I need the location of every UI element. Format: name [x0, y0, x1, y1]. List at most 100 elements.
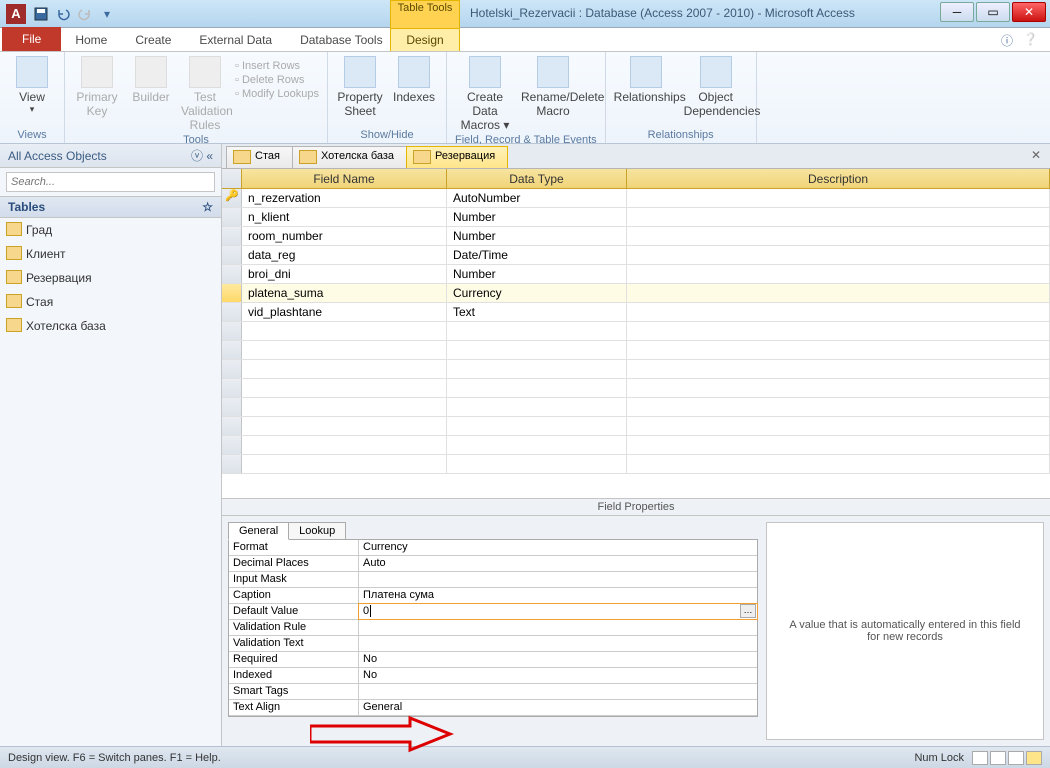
object-dependencies-button[interactable]: Object Dependencies	[684, 56, 748, 118]
cell-data-type[interactable]: AutoNumber	[447, 189, 627, 207]
table-row[interactable]: room_number Number	[222, 227, 1050, 246]
property-row[interactable]: Format Currency	[229, 540, 757, 556]
cell-data-type[interactable]: Currency	[447, 284, 627, 302]
tab-general[interactable]: General	[228, 522, 289, 540]
property-sheet-button[interactable]: Property Sheet	[336, 56, 384, 118]
cell-data-type[interactable]: Number	[447, 208, 627, 226]
table-row[interactable]	[222, 322, 1050, 341]
table-row[interactable]	[222, 417, 1050, 436]
test-validation-button[interactable]: Test Validation Rules	[181, 56, 229, 132]
property-row[interactable]: Smart Tags	[229, 684, 757, 700]
nav-item[interactable]: Стая	[0, 290, 221, 314]
view-pivotchart-icon[interactable]	[1008, 751, 1024, 765]
nav-item[interactable]: Хотелска база	[0, 314, 221, 338]
table-row[interactable]	[222, 398, 1050, 417]
table-row[interactable]: n_rezervation AutoNumber	[222, 189, 1050, 208]
cell-description[interactable]	[627, 208, 1050, 226]
nav-collapse-icon[interactable]: ⓥ «	[191, 147, 213, 164]
table-row[interactable]	[222, 341, 1050, 360]
table-row[interactable]: platena_suma Currency	[222, 284, 1050, 303]
property-row[interactable]: Required No	[229, 652, 757, 668]
row-selector[interactable]	[222, 189, 242, 207]
indexes-button[interactable]: Indexes	[390, 56, 438, 118]
minimize-ribbon-icon[interactable]: ⓘ	[1001, 32, 1013, 49]
cell-data-type[interactable]	[447, 360, 627, 378]
help-icon[interactable]: ❔	[1023, 32, 1038, 49]
builder-ellipsis-button[interactable]: …	[740, 604, 756, 618]
builder-button[interactable]: Builder	[127, 56, 175, 132]
cell-field-name[interactable]	[242, 360, 447, 378]
property-row[interactable]: Input Mask	[229, 572, 757, 588]
cell-data-type[interactable]: Number	[447, 227, 627, 245]
row-selector[interactable]	[222, 322, 242, 340]
property-value[interactable]: No	[359, 668, 757, 683]
nav-item[interactable]: Резервация	[0, 266, 221, 290]
row-selector[interactable]	[222, 265, 242, 283]
property-value[interactable]: Currency	[359, 540, 757, 555]
table-row[interactable]	[222, 455, 1050, 474]
property-value[interactable]	[359, 684, 757, 699]
property-row[interactable]: Validation Text	[229, 636, 757, 652]
tab-home[interactable]: Home	[61, 29, 121, 51]
row-selector[interactable]	[222, 417, 242, 435]
row-selector[interactable]	[222, 341, 242, 359]
cell-description[interactable]	[627, 360, 1050, 378]
cell-description[interactable]	[627, 284, 1050, 302]
cell-field-name[interactable]	[242, 322, 447, 340]
collapse-icon[interactable]: ☆	[202, 200, 213, 214]
document-tab[interactable]: Хотелска база	[292, 146, 407, 168]
cell-description[interactable]	[627, 246, 1050, 264]
cell-description[interactable]	[627, 265, 1050, 283]
property-value[interactable]: General	[359, 700, 757, 715]
cell-field-name[interactable]: broi_dni	[242, 265, 447, 283]
nav-header[interactable]: All Access Objects ⓥ «	[0, 144, 221, 168]
property-row[interactable]: Caption Платена сума	[229, 588, 757, 604]
cell-data-type[interactable]: Text	[447, 303, 627, 321]
nav-item[interactable]: Клиент	[0, 242, 221, 266]
col-data-type[interactable]: Data Type	[447, 169, 627, 188]
cell-field-name[interactable]	[242, 341, 447, 359]
property-value[interactable]	[359, 572, 757, 587]
cell-field-name[interactable]	[242, 436, 447, 454]
cell-field-name[interactable]: room_number	[242, 227, 447, 245]
close-button[interactable]: ✕	[1012, 2, 1046, 22]
property-row[interactable]: Validation Rule	[229, 620, 757, 636]
property-value[interactable]: Платена сума	[359, 588, 757, 603]
row-selector[interactable]	[222, 360, 242, 378]
table-row[interactable]	[222, 360, 1050, 379]
row-selector[interactable]	[222, 379, 242, 397]
close-tab-button[interactable]: ✕	[1028, 148, 1044, 164]
col-description[interactable]: Description	[627, 169, 1050, 188]
row-selector[interactable]	[222, 284, 242, 302]
table-row[interactable]	[222, 436, 1050, 455]
grid-body[interactable]: n_rezervation AutoNumber n_klient Number…	[222, 189, 1050, 498]
tab-design[interactable]: Design	[390, 28, 460, 51]
table-row[interactable]: data_reg Date/Time	[222, 246, 1050, 265]
row-selector-header[interactable]	[222, 169, 242, 188]
relationships-button[interactable]: Relationships	[614, 56, 678, 118]
insert-rows-button[interactable]: Insert Rows	[235, 60, 319, 72]
cell-field-name[interactable]	[242, 379, 447, 397]
row-selector[interactable]	[222, 246, 242, 264]
row-selector[interactable]	[222, 208, 242, 226]
cell-field-name[interactable]	[242, 398, 447, 416]
redo-icon[interactable]	[76, 5, 94, 23]
document-tab[interactable]: Резервация	[406, 146, 508, 168]
nav-group-tables[interactable]: Tables☆	[0, 196, 221, 218]
cell-description[interactable]	[627, 189, 1050, 207]
primary-key-button[interactable]: Primary Key	[73, 56, 121, 132]
property-value[interactable]	[359, 620, 757, 635]
cell-description[interactable]	[627, 322, 1050, 340]
cell-field-name[interactable]: platena_suma	[242, 284, 447, 302]
cell-description[interactable]	[627, 455, 1050, 473]
view-datasheet-icon[interactable]	[972, 751, 988, 765]
cell-field-name[interactable]	[242, 455, 447, 473]
tab-lookup[interactable]: Lookup	[288, 522, 346, 540]
cell-field-name[interactable]: data_reg	[242, 246, 447, 264]
property-value[interactable]: 0 …	[359, 604, 757, 619]
cell-field-name[interactable]: vid_plashtane	[242, 303, 447, 321]
cell-description[interactable]	[627, 227, 1050, 245]
property-row[interactable]: Decimal Places Auto	[229, 556, 757, 572]
cell-description[interactable]	[627, 303, 1050, 321]
cell-data-type[interactable]	[447, 417, 627, 435]
